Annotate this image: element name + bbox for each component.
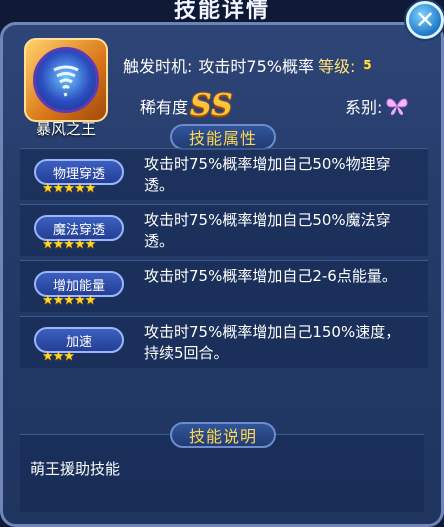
close-icon: ✕ bbox=[414, 6, 436, 34]
attribute-row: 物理穿透 ★★★★★ 攻击时75%概率增加自己50%物理穿透。 bbox=[20, 148, 428, 200]
attribute-stars: ★★★★★ bbox=[42, 293, 96, 308]
attribute-stars: ★★★ bbox=[42, 349, 75, 364]
rarity-row: 稀有度 SS bbox=[140, 88, 233, 123]
close-button[interactable]: ✕ bbox=[406, 1, 444, 39]
attribute-text: 攻击时75%概率增加自己2-6点能量。 bbox=[144, 267, 397, 285]
attribute-text: 攻击时75%概率增加自己50%魔法穿透。 bbox=[144, 211, 391, 250]
attributes-section-title: 技能属性 bbox=[170, 124, 276, 150]
trigger-row: 触发时机: 攻击时75%概率 等级: 5 bbox=[123, 53, 377, 77]
tornado-icon bbox=[33, 47, 99, 113]
trigger-value: 攻击时75%概率 bbox=[198, 57, 314, 76]
attribute-text: 攻击时75%概率增加自己50%物理穿透。 bbox=[144, 155, 391, 194]
rarity-value: SS bbox=[190, 88, 233, 123]
butterfly-icon bbox=[386, 98, 408, 115]
skill-icon bbox=[24, 38, 108, 122]
attribute-row: 魔法穿透 ★★★★★ 攻击时75%概率增加自己50%魔法穿透。 bbox=[20, 204, 428, 256]
skill-name: 暴风之王 bbox=[35, 120, 96, 138]
series-row: 系别: bbox=[345, 94, 408, 118]
attribute-stars: ★★★★★ bbox=[42, 181, 96, 196]
attribute-row: 增加能量 ★★★★★ 攻击时75%概率增加自己2-6点能量。 bbox=[20, 260, 428, 312]
level-label: 等级: bbox=[317, 57, 356, 76]
description-text: 萌王援助技能 bbox=[30, 460, 121, 478]
series-label: 系别: bbox=[345, 98, 383, 117]
attribute-text: 攻击时75%概率增加自己150%速度，持续5回合。 bbox=[144, 323, 401, 362]
level-chevron-icon: 5 bbox=[357, 55, 377, 75]
attribute-stars: ★★★★★ bbox=[42, 237, 96, 252]
level-value: 5 bbox=[363, 58, 372, 72]
rarity-label: 稀有度 bbox=[140, 97, 189, 117]
description-section-title: 技能说明 bbox=[170, 422, 276, 448]
attribute-row: 加速 ★★★ 攻击时75%概率增加自己150%速度，持续5回合。 bbox=[20, 316, 428, 368]
window-title: 技能详情 bbox=[173, 0, 270, 23]
attribute-list: 物理穿透 ★★★★★ 攻击时75%概率增加自己50%物理穿透。 魔法穿透 ★★★… bbox=[20, 148, 428, 372]
trigger-label: 触发时机: bbox=[123, 57, 193, 76]
